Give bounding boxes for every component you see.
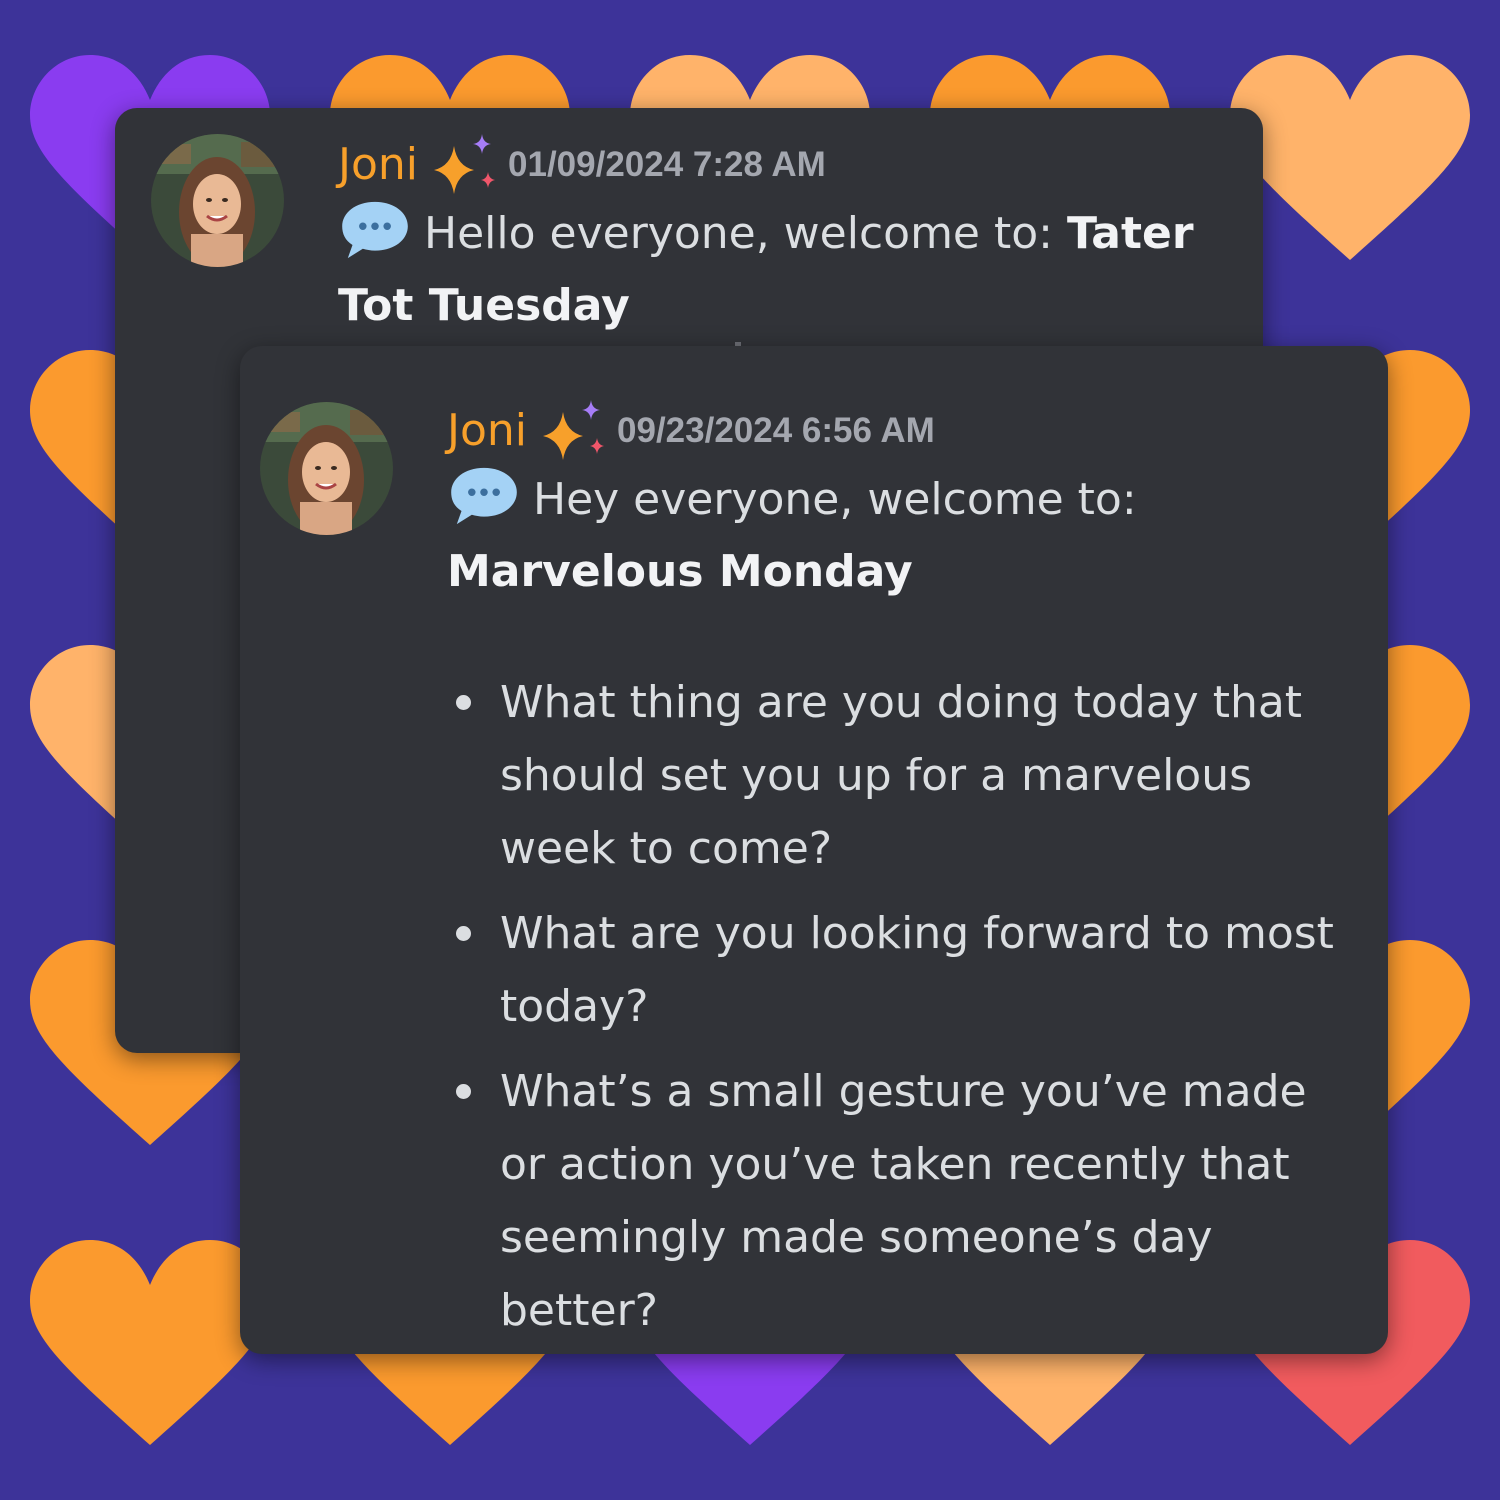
message-body: Hey everyone, welcome to: Marvelous Monda… xyxy=(447,464,1358,608)
message-card-marvelous-monday: Joni 09/23/2024 6:56 AM Hey everyone, we… xyxy=(240,346,1388,1354)
avatar[interactable] xyxy=(151,134,284,267)
message-content: Joni 01/09/2024 7:28 AM Hello everyone, … xyxy=(338,132,1233,342)
speech-bubble-icon xyxy=(342,201,408,259)
speech-bubble-icon xyxy=(451,467,517,525)
username[interactable]: Joni xyxy=(447,409,527,453)
message-body: Hello everyone, welcome to: Tater Tot Tu… xyxy=(338,198,1233,342)
sparkles-icon xyxy=(543,400,605,460)
message-intro: Hello everyone, welcome to: xyxy=(424,208,1067,259)
avatar-image xyxy=(151,134,284,267)
message-intro: Hey everyone, welcome to: xyxy=(533,474,1137,525)
timestamp: 09/23/2024 6:56 AM xyxy=(617,411,935,450)
sparkles-icon xyxy=(434,134,496,194)
heart-icon xyxy=(30,1240,270,1445)
list-item: What’s a small gesture you’ve made or ac… xyxy=(447,1055,1358,1347)
list-item: What are you looking forward to most tod… xyxy=(447,897,1358,1043)
message-title: Marvelous Monday xyxy=(447,546,913,597)
heart-icon xyxy=(1230,55,1470,260)
question-list: What thing are you doing today that shou… xyxy=(447,666,1358,1347)
message-header: Joni 09/23/2024 6:56 AM xyxy=(447,398,1358,464)
username[interactable]: Joni xyxy=(338,143,418,187)
message-content: Joni 09/23/2024 6:56 AM Hey everyone, we… xyxy=(447,398,1358,1354)
message-header: Joni 01/09/2024 7:28 AM xyxy=(338,132,1233,198)
avatar-image xyxy=(260,402,393,535)
avatar[interactable] xyxy=(260,402,393,535)
list-item: What thing are you doing today that shou… xyxy=(447,666,1358,885)
timestamp: 01/09/2024 7:28 AM xyxy=(508,145,826,184)
